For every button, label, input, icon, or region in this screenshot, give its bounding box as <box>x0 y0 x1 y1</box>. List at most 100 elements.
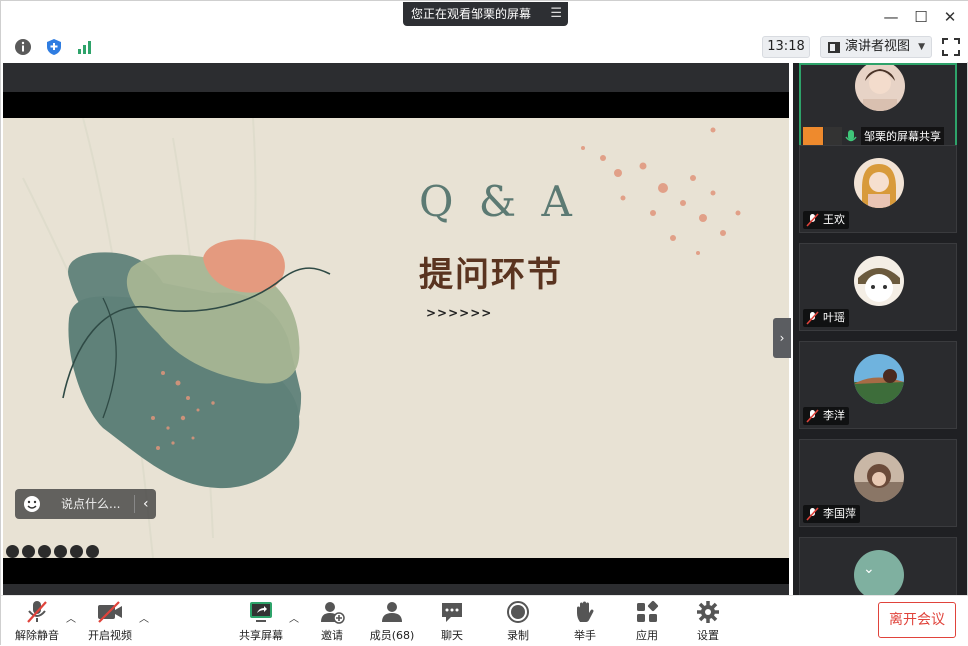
hand-icon <box>577 601 594 622</box>
pen-icon[interactable] <box>22 545 35 558</box>
mic-on-icon <box>845 130 857 142</box>
participant-tile[interactable]: 叶瑶 <box>799 243 957 331</box>
chat-label: 聊天 <box>441 629 463 642</box>
view-mode-label: 演讲者视图 <box>845 39 911 54</box>
annotation-toolbar <box>6 543 102 558</box>
participant-name: 叶瑶 <box>823 311 845 324</box>
chat-icon <box>442 603 462 622</box>
screen-share-notice[interactable]: 您正在观看邹栗的屏幕 ☰ <box>403 2 568 26</box>
slide-title: 提问环节 <box>419 255 563 295</box>
mic-muted-icon <box>27 601 47 623</box>
chevron-up-icon[interactable]: ︿ <box>289 610 299 625</box>
start-video-label: 开启视频 <box>88 629 132 642</box>
video-off-icon <box>98 601 122 623</box>
meeting-window: 您正在观看邹栗的屏幕 ☰ — ☐ ✕ 13:18 演讲者视图 ▼ Q & A 提… <box>0 0 968 646</box>
avatar <box>854 256 904 306</box>
meeting-timer: 13:18 <box>762 36 810 58</box>
slide-arrows: >>>>>> <box>426 306 493 320</box>
participant-tile[interactable]: 李国萍 <box>799 439 957 527</box>
apps-label: 应用 <box>636 629 658 642</box>
quick-chat-input[interactable]: 说点什么... ‹ <box>15 489 156 519</box>
unmute-label: 解除静音 <box>15 629 59 642</box>
raise-hand-button[interactable]: 举手 <box>555 600 615 644</box>
screen-share-icon <box>824 127 842 147</box>
members-icon <box>382 602 402 622</box>
apps-icon <box>637 600 659 622</box>
chevron-down-icon[interactable]: ⌄ <box>863 561 875 577</box>
avatar <box>854 158 904 208</box>
record-icon <box>507 601 529 623</box>
participant-panel: 邹栗的屏幕共享 王欢 叶瑶 李洋 李国萍 <box>793 63 967 597</box>
participant-name: 李洋 <box>823 409 845 422</box>
participant-tile[interactable]: 王欢 <box>799 145 957 233</box>
participant-tile[interactable]: 李洋 <box>799 341 957 429</box>
camera-icon[interactable] <box>54 545 67 558</box>
minimize-icon[interactable]: — <box>881 7 901 27</box>
fullscreen-icon[interactable] <box>941 37 961 57</box>
participant-tile[interactable] <box>799 537 957 597</box>
participant-nametag: 王欢 <box>803 211 849 229</box>
chevron-left-icon[interactable]: ‹ <box>143 489 149 519</box>
shield-icon[interactable] <box>45 38 63 56</box>
avatar <box>854 452 904 502</box>
participant-nametag: 李国萍 <box>803 505 860 523</box>
participant-nametag: 叶瑶 <box>803 309 849 327</box>
maximize-icon[interactable]: ☐ <box>911 7 931 27</box>
mic-muted-icon <box>806 213 819 227</box>
share-screen-label: 共享屏幕 <box>239 629 283 642</box>
share-screen-button[interactable]: 共享屏幕 <box>231 600 291 644</box>
caption-icon[interactable] <box>38 545 51 558</box>
gear-icon <box>697 601 719 623</box>
invite-label: 邀请 <box>321 629 343 642</box>
panel-collapse-toggle[interactable]: › <box>773 318 791 358</box>
settings-button[interactable]: 设置 <box>678 600 738 644</box>
share-notice-text: 您正在观看邹栗的屏幕 <box>411 7 532 21</box>
view-layout-icon <box>828 42 840 53</box>
letterbox-bottom <box>3 558 789 584</box>
chevron-up-icon[interactable]: ︿ <box>139 610 149 625</box>
unmute-button[interactable]: 解除静音 <box>7 600 67 644</box>
invite-button[interactable]: 邀请 <box>302 600 362 644</box>
chat-placeholder[interactable]: 说点什么... <box>61 489 120 519</box>
start-video-button[interactable]: 开启视频 <box>80 600 140 644</box>
mic-muted-icon <box>806 507 819 521</box>
view-mode-dropdown[interactable]: 演讲者视图 ▼ <box>820 36 932 58</box>
mic-muted-icon <box>806 311 819 325</box>
avatar <box>854 550 904 596</box>
avatar <box>855 65 905 111</box>
apps-button[interactable]: 应用 <box>617 600 677 644</box>
share-screen-icon <box>250 602 272 622</box>
close-icon[interactable]: ✕ <box>940 7 960 27</box>
participant-tile[interactable]: 邹栗的屏幕共享 <box>799 63 957 151</box>
back-icon[interactable] <box>6 545 19 558</box>
menu-icon[interactable]: ☰ <box>550 2 562 26</box>
members-button[interactable]: 成员(68) <box>362 600 422 644</box>
emoji-icon[interactable] <box>23 495 41 513</box>
settings-label: 设置 <box>697 629 719 642</box>
record-label: 录制 <box>507 629 529 642</box>
divider <box>134 495 135 513</box>
title-bar: 您正在观看邹栗的屏幕 ☰ — ☐ ✕ <box>1 1 968 32</box>
mic-muted-icon <box>806 409 819 423</box>
members-label: 成员(68) <box>369 629 415 642</box>
chevron-down-icon: ▼ <box>918 42 925 52</box>
letterbox-top <box>3 92 789 118</box>
record-button[interactable]: 录制 <box>488 600 548 644</box>
avatar <box>854 354 904 404</box>
raise-hand-label: 举手 <box>574 629 596 642</box>
leave-meeting-button[interactable]: 离开会议 <box>878 602 956 638</box>
participant-nametag: 李洋 <box>803 407 849 425</box>
meeting-toolbar: 解除静音 ︿ 开启视频 ︿ 共享屏幕 ︿ 邀请 成员(68) 聊天 录制 举手 … <box>1 595 968 646</box>
more-icon[interactable] <box>70 545 83 558</box>
forward-icon[interactable] <box>86 545 99 558</box>
add-user-icon <box>321 602 345 624</box>
participant-name: 李国萍 <box>823 507 856 520</box>
slide-heading: Q & A <box>419 177 578 226</box>
user-icon <box>803 127 823 147</box>
participant-name: 邹栗的屏幕共享 <box>861 127 944 147</box>
participant-name: 王欢 <box>823 213 845 226</box>
info-icon[interactable] <box>14 38 32 56</box>
signal-icon[interactable] <box>76 38 94 56</box>
chevron-up-icon[interactable]: ︿ <box>66 610 76 625</box>
chat-button[interactable]: 聊天 <box>422 600 482 644</box>
